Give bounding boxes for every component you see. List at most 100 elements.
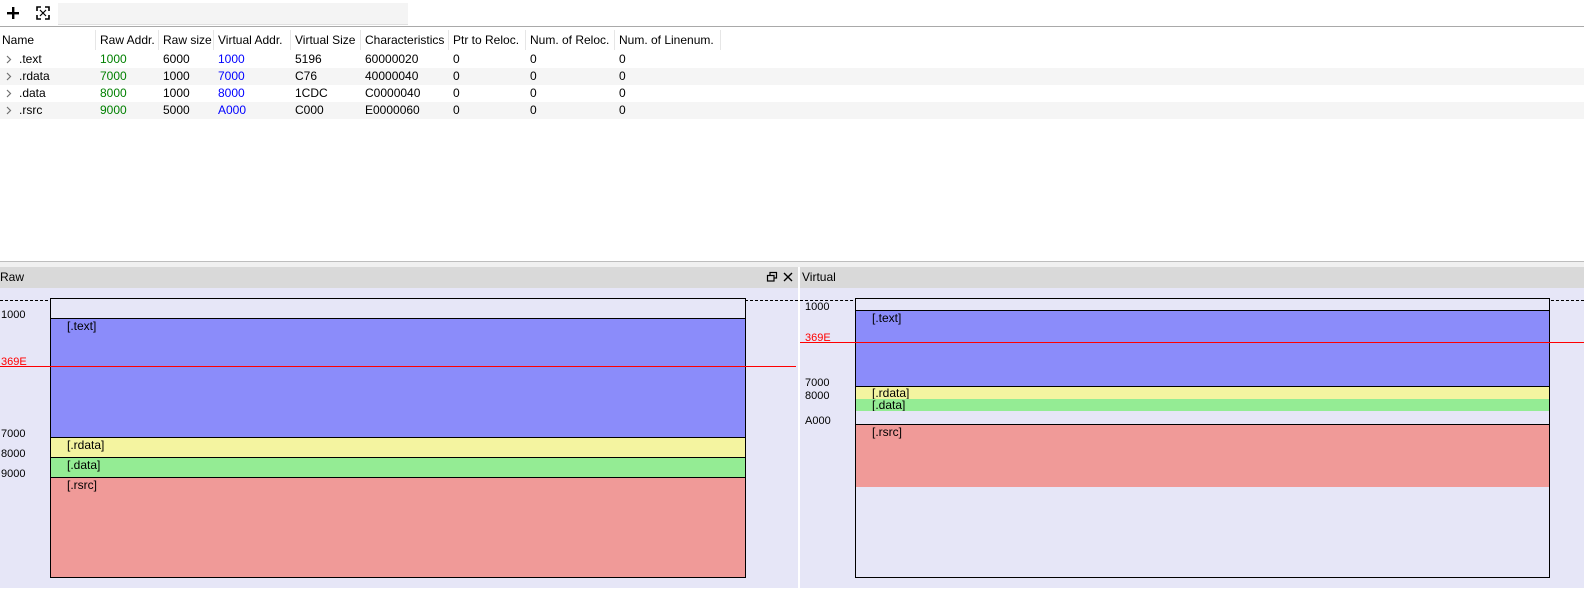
chevron-right-icon[interactable]	[4, 89, 13, 98]
virtual-addr: A000	[218, 103, 247, 117]
address-label: 9000	[1, 468, 26, 480]
raw-pane: Raw [.text] [.rdata] [.data] [.rsrc] 100…	[0, 267, 798, 595]
column-divider[interactable]	[213, 30, 214, 50]
num-of-linenum: 0	[619, 69, 626, 83]
characteristics: 60000020	[365, 52, 419, 66]
raw-section-rsrc[interactable]: [.rsrc]	[51, 477, 745, 577]
column-header-virtual-size[interactable]: Virtual Size	[295, 31, 355, 49]
raw-size: 1000	[163, 69, 190, 83]
num-of-reloc: 0	[530, 69, 537, 83]
table-row[interactable]: .data 8000 1000 8000 1CDC C0000040 0 0 0	[0, 85, 1584, 102]
column-divider[interactable]	[360, 30, 361, 50]
address-marker-label: 369E	[1, 356, 27, 368]
column-divider[interactable]	[720, 30, 721, 50]
column-header-virtual-addr[interactable]: Virtual Addr.	[218, 31, 283, 49]
raw-size: 1000	[163, 86, 190, 100]
column-header-name[interactable]: Name	[2, 31, 34, 49]
virtual-section-text[interactable]: [.text]	[856, 310, 1549, 386]
column-header-ptr-to-reloc[interactable]: Ptr to Reloc.	[453, 31, 519, 49]
chevron-right-icon[interactable]	[4, 72, 13, 81]
column-divider[interactable]	[614, 30, 615, 50]
num-of-reloc: 0	[530, 103, 537, 117]
section-label: [.text]	[872, 311, 902, 325]
num-of-linenum: 0	[619, 103, 626, 117]
column-divider[interactable]	[95, 30, 96, 50]
section-label: [.data]	[67, 458, 101, 472]
raw-file-box: [.text] [.rdata] [.data] [.rsrc]	[50, 298, 746, 578]
table-row[interactable]: .rdata 7000 1000 7000 C76 40000040 0 0 0	[0, 68, 1584, 85]
column-header-num-of-linenum[interactable]: Num. of Linenum.	[619, 31, 714, 49]
column-header-characteristics[interactable]: Characteristics	[365, 31, 444, 49]
section-label: [.text]	[67, 319, 97, 333]
virtual-pane: Virtual [.text] [.rdata] [.data] [.rsrc]…	[800, 267, 1584, 595]
raw-addr: 7000	[100, 69, 127, 83]
virtual-section-rsrc[interactable]: [.rsrc]	[856, 424, 1549, 487]
virtual-section-rdata[interactable]: [.rdata]	[856, 386, 1549, 399]
raw-addr: 9000	[100, 103, 127, 117]
virtual-size: C000	[295, 103, 324, 117]
virtual-pane-title: Virtual	[802, 270, 836, 284]
virtual-section-gap	[856, 411, 1549, 424]
expand-button[interactable]	[33, 3, 53, 23]
address-label: 1000	[805, 301, 830, 313]
raw-pane-title: Raw	[0, 270, 25, 284]
table-row[interactable]: .text 1000 6000 1000 5196 60000020 0 0 0	[0, 51, 1584, 68]
raw-layout-view[interactable]: [.text] [.rdata] [.data] [.rsrc] 1000 70…	[0, 288, 798, 588]
ptr-to-reloc: 0	[453, 69, 460, 83]
column-divider[interactable]	[290, 30, 291, 50]
section-label: [.rsrc]	[67, 478, 97, 492]
section-label: [.rsrc]	[872, 425, 902, 439]
section-label: [.data]	[872, 398, 906, 412]
raw-section-data[interactable]: [.data]	[51, 457, 745, 477]
characteristics: E0000060	[365, 103, 420, 117]
section-label: [.rdata]	[67, 438, 105, 452]
chevron-right-icon[interactable]	[4, 106, 13, 115]
virtual-size: C76	[295, 69, 318, 83]
toolbar-tab-area	[58, 3, 408, 25]
raw-section-rdata[interactable]: [.rdata]	[51, 437, 745, 457]
address-label: 8000	[805, 390, 830, 402]
raw-addr: 1000	[100, 52, 127, 66]
expand-icon	[36, 6, 50, 20]
virtual-layout-view[interactable]: [.text] [.rdata] [.data] [.rsrc] 1000 70…	[800, 288, 1584, 588]
virtual-addr: 8000	[218, 86, 245, 100]
address-marker-line	[0, 366, 796, 367]
add-button[interactable]	[3, 3, 23, 23]
virtual-size: 5196	[295, 52, 322, 66]
plus-icon	[7, 7, 19, 19]
address-label: 1000	[1, 309, 26, 321]
toolbar	[0, 0, 1584, 26]
virtual-image-box: [.text] [.rdata] [.data] [.rsrc]	[855, 298, 1550, 578]
column-divider[interactable]	[448, 30, 449, 50]
chevron-right-icon[interactable]	[4, 55, 13, 64]
section-viewer-window: { "toolbar": { "add_icon": "plus-icon", …	[0, 0, 1584, 595]
address-label: 7000	[1, 428, 26, 440]
column-divider[interactable]	[158, 30, 159, 50]
ptr-to-reloc: 0	[453, 52, 460, 66]
float-pane-icon[interactable]	[766, 271, 778, 283]
column-header-num-of-reloc[interactable]: Num. of Reloc.	[530, 31, 609, 49]
section-name: .text	[19, 52, 42, 66]
section-name: .data	[19, 86, 46, 100]
column-header-raw-addr[interactable]: Raw Addr.	[100, 31, 155, 49]
num-of-reloc: 0	[530, 52, 537, 66]
table-row[interactable]: .rsrc 9000 5000 A000 C000 E0000060 0 0 0	[0, 102, 1584, 119]
num-of-linenum: 0	[619, 52, 626, 66]
column-divider[interactable]	[525, 30, 526, 50]
characteristics: C0000040	[365, 86, 421, 100]
characteristics: 40000040	[365, 69, 419, 83]
ptr-to-reloc: 0	[453, 103, 460, 117]
column-header-raw-size[interactable]: Raw size	[163, 31, 212, 49]
address-label: A000	[805, 415, 831, 427]
close-icon[interactable]	[782, 271, 794, 283]
address-marker-line	[800, 342, 1584, 343]
virtual-pane-titlebar[interactable]: Virtual	[800, 267, 1584, 288]
raw-pane-titlebar[interactable]: Raw	[0, 267, 798, 288]
section-name: .rsrc	[19, 103, 43, 117]
section-name: .rdata	[19, 69, 50, 83]
virtual-addr: 7000	[218, 69, 245, 83]
virtual-section-data[interactable]: [.data]	[856, 399, 1549, 411]
raw-size: 6000	[163, 52, 190, 66]
raw-section-text[interactable]: [.text]	[51, 318, 745, 437]
raw-addr: 8000	[100, 86, 127, 100]
